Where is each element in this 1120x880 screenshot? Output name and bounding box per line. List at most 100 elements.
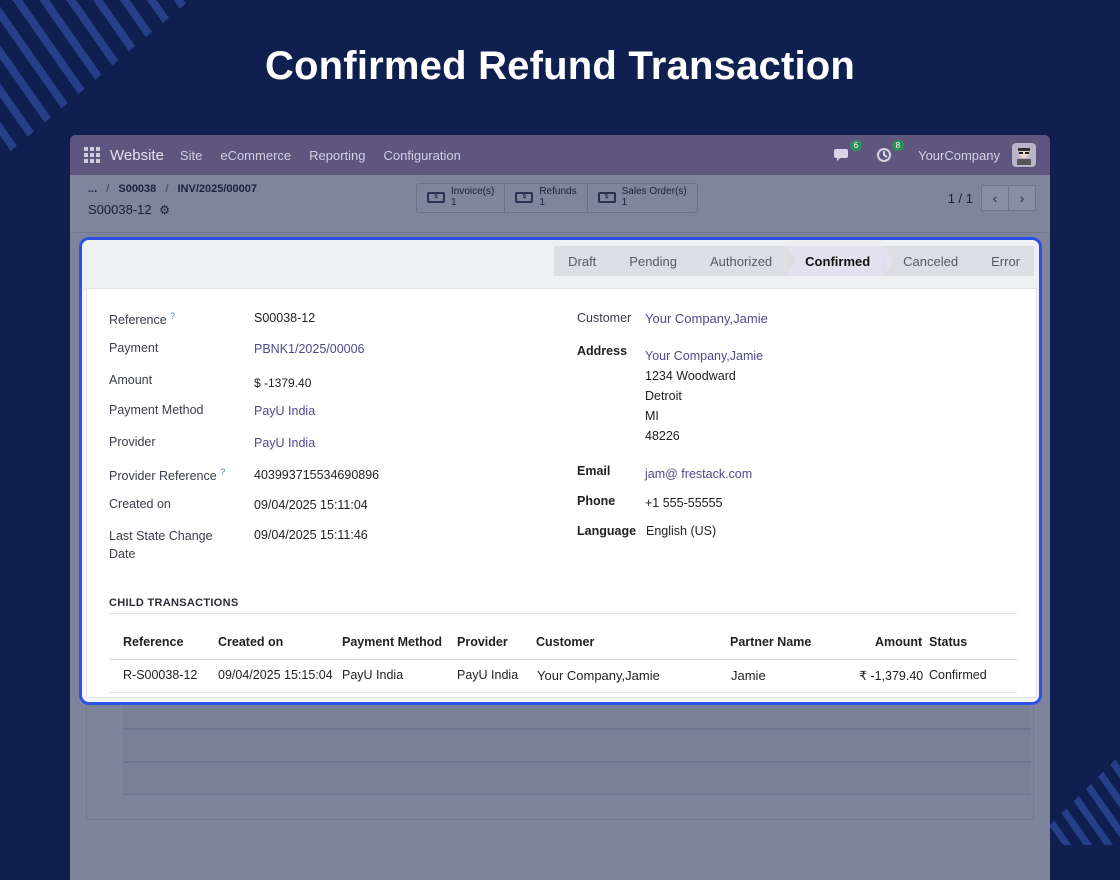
cell-status: Confirmed xyxy=(929,668,987,682)
breadcrumb-item-sale-order[interactable]: S00038 xyxy=(118,183,156,195)
payment-method-link[interactable]: PayU India xyxy=(254,404,315,418)
messages-icon[interactable]: 6 xyxy=(834,140,863,165)
language-label: Language xyxy=(577,524,637,538)
backdrop-row xyxy=(123,762,1031,795)
phone-label: Phone xyxy=(577,494,616,508)
smart-button-count: 1 xyxy=(451,197,457,208)
top-navbar: Website Site eCommerce Reporting Configu… xyxy=(70,135,1050,175)
address-street: 1234 Woodward xyxy=(645,369,736,383)
highlighted-transaction-panel: Draft Pending Authorized Confirmed Cance… xyxy=(79,237,1042,705)
col-created-on[interactable]: Created on xyxy=(218,635,283,649)
money-icon: $ xyxy=(427,192,445,203)
statusbar-area: Draft Pending Authorized Confirmed Cance… xyxy=(82,240,1039,290)
address-state: MI xyxy=(645,409,659,423)
col-customer[interactable]: Customer xyxy=(536,635,594,649)
stage-authorized[interactable]: Authorized xyxy=(690,246,797,276)
table-header-divider xyxy=(109,659,1017,660)
cell-partner-name: Jamie xyxy=(731,668,766,683)
col-status[interactable]: Status xyxy=(929,635,967,649)
created-on-value: 09/04/2025 15:11:04 xyxy=(254,498,368,512)
activities-badge: 8 xyxy=(891,140,905,151)
pager-previous-button[interactable]: ‹ xyxy=(981,185,1009,211)
gear-icon[interactable]: ⚙ xyxy=(159,203,170,217)
record-name: S00038-12 xyxy=(88,202,152,217)
menu-site[interactable]: Site xyxy=(180,148,202,163)
refunds-smart-button[interactable]: $ Refunds 1 xyxy=(505,184,588,212)
pager-value[interactable]: 1 / 1 xyxy=(948,191,973,206)
cell-created-on: 09/04/2025 15:15:04 xyxy=(218,668,333,682)
child-transactions-title: CHILD TRANSACTIONS xyxy=(109,597,239,609)
company-switcher[interactable]: YourCompany xyxy=(918,148,1000,163)
amount-value: $ -1379.40 xyxy=(254,376,312,390)
provider-reference-label: Provider Reference ? xyxy=(109,467,226,484)
record-title: S00038-12 ⚙ xyxy=(88,202,170,217)
invoices-smart-button[interactable]: $ Invoice(s) 1 xyxy=(417,184,506,212)
cell-provider: PayU India xyxy=(457,668,519,682)
col-partner-name[interactable]: Partner Name xyxy=(730,635,811,649)
money-icon: $ xyxy=(597,192,616,203)
messages-badge: 6 xyxy=(849,140,863,151)
app-grid-icon[interactable] xyxy=(84,147,100,163)
cell-customer: Your Company,Jamie xyxy=(537,668,660,683)
amount-label: Amount xyxy=(109,373,153,387)
address-zip: 48226 xyxy=(645,429,680,443)
money-icon: $ xyxy=(515,192,534,203)
smart-buttons: $ Invoice(s) 1 $ Refunds 1 $ Sales Order(s… xyxy=(416,183,698,213)
menu-ecommerce[interactable]: eCommerce xyxy=(220,148,291,163)
address-label: Address xyxy=(577,344,628,358)
cell-amount: ₹ -1,379.40 xyxy=(859,669,924,683)
smart-button-label: Sales Order(s) xyxy=(621,186,687,197)
smart-button-label: Refunds xyxy=(539,186,577,197)
customer-label: Customer xyxy=(577,311,632,325)
breadcrumb-item-invoice[interactable]: INV/2025/00007 xyxy=(177,183,257,195)
section-divider xyxy=(109,613,1017,614)
cell-payment-method: PayU India xyxy=(342,668,404,682)
address-block: Your Company,Jamie 1234 Woodward Detroit… xyxy=(645,346,763,446)
reference-value: S00038-12 xyxy=(254,311,316,325)
cell-reference: R-S00038-12 xyxy=(123,668,198,682)
email-link[interactable]: jam@ frestack.com xyxy=(645,467,752,481)
control-panel: ... / S00038 / INV/2025/00007 S00038-12 … xyxy=(70,175,1050,233)
payment-label: Payment xyxy=(109,341,159,355)
provider-reference-value: 403993715534690896 xyxy=(254,468,380,482)
activities-icon[interactable]: 8 xyxy=(876,140,905,165)
stage-draft[interactable]: Draft xyxy=(554,246,621,276)
breadcrumb: ... / S00038 / INV/2025/00007 xyxy=(88,183,257,195)
col-payment-method[interactable]: Payment Method xyxy=(342,635,442,649)
breadcrumb-ellipsis[interactable]: ... xyxy=(88,183,97,195)
backdrop-row xyxy=(123,729,1031,762)
stage-confirmed[interactable]: Confirmed xyxy=(785,246,895,276)
menu-reporting[interactable]: Reporting xyxy=(309,148,365,163)
pager: 1 / 1 ‹ › xyxy=(948,185,1036,211)
payment-link[interactable]: PBNK1/2025/00006 xyxy=(254,342,365,356)
page-headline: Confirmed Refund Transaction xyxy=(264,44,856,88)
sales-orders-smart-button[interactable]: $ Sales Order(s) 1 xyxy=(588,184,697,212)
reference-label: Reference ? xyxy=(109,311,176,328)
provider-link[interactable]: PayU India xyxy=(254,436,315,450)
stage-pending[interactable]: Pending xyxy=(609,246,701,276)
language-value: English (US) xyxy=(646,524,717,538)
created-on-label: Created on xyxy=(109,497,171,511)
menu-configuration[interactable]: Configuration xyxy=(384,148,461,163)
customer-link[interactable]: Your Company,Jamie xyxy=(645,311,768,326)
phone-value: +1 555-55555 xyxy=(645,496,723,510)
statusbar: Draft Pending Authorized Confirmed Cance… xyxy=(554,246,1034,276)
address-city: Detroit xyxy=(645,389,682,403)
col-provider[interactable]: Provider xyxy=(457,635,508,649)
last-state-change-label: Last State Change Date xyxy=(109,529,213,561)
table-row-divider xyxy=(109,692,1017,693)
pager-next-button[interactable]: › xyxy=(1008,185,1036,211)
smart-button-count: 1 xyxy=(621,197,628,208)
col-reference[interactable]: Reference xyxy=(123,635,183,649)
col-amount[interactable]: Amount xyxy=(875,635,922,649)
stage-canceled[interactable]: Canceled xyxy=(883,246,983,276)
smart-button-label: Invoice(s) xyxy=(451,186,495,197)
provider-label: Provider xyxy=(109,435,156,449)
address-name-link[interactable]: Your Company,Jamie xyxy=(645,346,763,366)
smart-button-count: 1 xyxy=(539,197,545,208)
form-sheet: Reference ? S00038-12 Payment PBNK1/2025… xyxy=(86,288,1037,698)
app-name[interactable]: Website xyxy=(110,147,164,164)
email-label: Email xyxy=(577,464,611,478)
user-avatar[interactable] xyxy=(1012,143,1036,167)
payment-method-label: Payment Method xyxy=(109,403,204,417)
